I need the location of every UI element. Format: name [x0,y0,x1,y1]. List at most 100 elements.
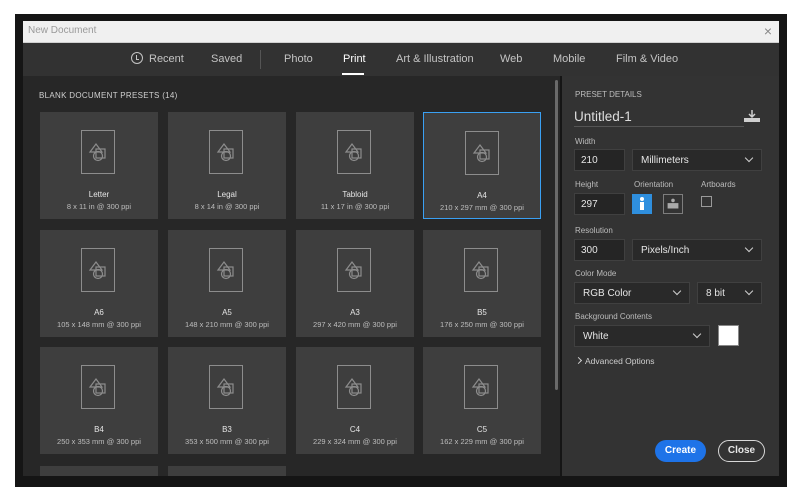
preset-tile[interactable]: C4 229 x 324 mm @ 300 ppi [296,347,414,454]
document-icon [81,130,115,174]
tab-recent[interactable]: Recent [149,53,184,65]
preset-name: B4 [94,425,104,434]
background-contents-select[interactable]: White [574,325,710,347]
preset-name: Legal [217,190,237,199]
document-icon [337,130,371,174]
orientation-label: Orientation [634,180,674,189]
chevron-down-icon [672,286,682,296]
chevron-down-icon [692,329,702,339]
height-label: Height [575,180,599,189]
preset-details-panel: PRESET DETAILS Untitled-1 Width 210 Mill… [562,76,779,476]
document-icon [81,365,115,409]
tab-film-video[interactable]: Film & Video [616,53,678,65]
document-shapes-icon [471,261,489,280]
document-icon [209,365,243,409]
document-shapes-icon [471,378,489,397]
document-shapes-icon [216,378,234,397]
preset-tile[interactable]: A3 297 x 420 mm @ 300 ppi [296,230,414,337]
height-input[interactable]: 297 [574,193,625,215]
preset-tile[interactable]: Letter 8 x 11 in @ 300 ppi [40,112,158,219]
width-label: Width [575,137,596,146]
background-color-swatch[interactable] [718,325,739,346]
preset-name: Tabloid [342,190,368,199]
document-shapes-icon [88,378,106,397]
preset-size: 353 x 500 mm @ 300 ppi [185,437,269,446]
preset-size: 148 x 210 mm @ 300 ppi [185,320,269,329]
preset-name: C4 [349,425,361,434]
presets-scrollbar[interactable] [555,80,558,390]
portrait-orientation-button[interactable] [632,194,652,214]
preset-size: 210 x 297 mm @ 300 ppi [440,203,524,212]
advanced-options-toggle[interactable]: Advanced Options [574,356,655,366]
resolution-input[interactable]: 300 [574,239,625,261]
document-icon [464,248,498,292]
chevron-right-icon [574,356,583,365]
document-shapes-icon [344,143,362,162]
preset-tile[interactable]: Tabloid 11 x 17 in @ 300 ppi [296,112,414,219]
active-tab-indicator [342,73,364,75]
tab-divider [260,50,261,69]
background-contents-value: White [583,331,609,342]
preset-name: A5 [222,308,232,317]
preset-name: C5 [476,425,488,434]
preset-tile[interactable]: A4 210 x 297 mm @ 300 ppi [423,112,541,219]
document-shapes-icon [216,143,234,162]
tab-print[interactable]: Print [343,53,366,65]
resolution-label: Resolution [575,226,613,235]
color-mode-select[interactable]: RGB Color [574,282,690,304]
tab-saved[interactable]: Saved [211,53,242,65]
create-button[interactable]: Create [655,440,706,462]
preset-size: 176 x 250 mm @ 300 ppi [440,320,524,329]
chevron-down-icon [744,286,754,296]
portrait-icon [640,197,644,210]
color-mode-label: Color Mode [575,269,617,278]
close-button[interactable]: Close [718,440,765,462]
document-name-field[interactable]: Untitled-1 [574,109,744,127]
preset-size: 250 x 353 mm @ 300 ppi [57,437,141,446]
preset-size: 8 x 11 in @ 300 ppi [66,202,132,211]
document-shapes-icon [472,144,490,163]
save-preset-icon[interactable] [743,109,761,123]
presets-panel: BLANK DOCUMENT PRESETS (14) Letter 8 x 11… [23,76,560,476]
width-input[interactable]: 210 [574,149,625,171]
bit-depth-select[interactable]: 8 bit [697,282,762,304]
preset-tile[interactable]: B4 250 x 353 mm @ 300 ppi [40,347,158,454]
dialog-title: New Document [28,25,97,36]
document-shapes-icon [88,261,106,280]
artboards-checkbox[interactable] [701,196,712,207]
preset-tile-partial[interactable] [168,466,286,476]
document-icon [337,365,371,409]
preset-name: A3 [350,308,360,317]
document-shapes-icon [344,261,362,280]
preset-name: A6 [94,308,104,317]
document-icon [81,248,115,292]
tab-mobile[interactable]: Mobile [553,53,585,65]
close-icon[interactable]: × [764,23,772,39]
preset-size: 162 x 229 mm @ 300 ppi [440,437,524,446]
preset-tile[interactable]: Legal 8 x 14 in @ 300 ppi [168,112,286,219]
landscape-orientation-button[interactable] [663,194,683,214]
document-icon [465,131,499,175]
chevron-down-icon [744,153,754,163]
preset-tile[interactable]: B5 176 x 250 mm @ 300 ppi [423,230,541,337]
document-shapes-icon [216,261,234,280]
preset-tile-partial[interactable] [40,466,158,476]
tab-art-illustration[interactable]: Art & Illustration [396,53,474,65]
preset-tile[interactable]: C5 162 x 229 mm @ 300 ppi [423,347,541,454]
width-unit-select[interactable]: Millimeters [632,149,762,171]
tab-web[interactable]: Web [500,53,522,65]
document-icon [464,365,498,409]
preset-name: A4 [477,191,487,200]
dialog-titlebar: New Document × [23,21,779,43]
advanced-options-label: Advanced Options [585,356,655,366]
preset-details-header: PRESET DETAILS [575,90,642,99]
preset-tile[interactable]: A5 148 x 210 mm @ 300 ppi [168,230,286,337]
tab-photo[interactable]: Photo [284,53,313,65]
document-icon [209,248,243,292]
preset-tile[interactable]: B3 353 x 500 mm @ 300 ppi [168,347,286,454]
resolution-unit-select[interactable]: Pixels/Inch [632,239,762,261]
preset-name: Letter [88,190,110,199]
preset-tile[interactable]: A6 105 x 148 mm @ 300 ppi [40,230,158,337]
artboards-label: Artboards [701,180,736,189]
preset-size: 229 x 324 mm @ 300 ppi [313,437,397,446]
